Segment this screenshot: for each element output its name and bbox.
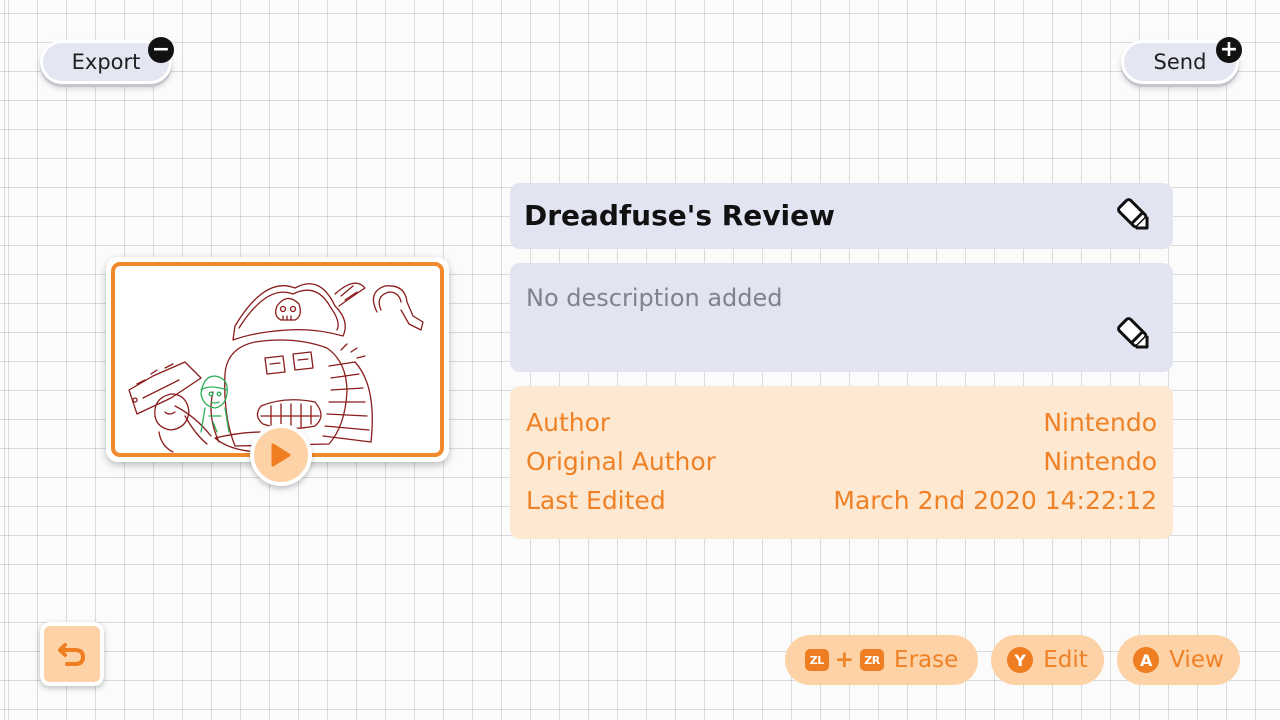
zr-button-icon: ZR	[860, 649, 885, 671]
meta-label: Original Author	[526, 446, 716, 476]
view-button[interactable]: A View	[1117, 635, 1240, 685]
meta-row-last-edited: Last Edited March 2nd 2020 14:22:12	[526, 482, 1157, 518]
back-arrow-icon	[58, 643, 86, 666]
meta-row-author: Author Nintendo	[526, 404, 1157, 440]
edit-button[interactable]: Y Edit	[991, 635, 1104, 685]
edit-description-pencil-icon[interactable]	[1114, 314, 1156, 356]
meta-value: March 2nd 2020 14:22:12	[833, 485, 1157, 515]
plus-icon: +	[1216, 37, 1242, 63]
y-button-icon: Y	[1007, 647, 1034, 673]
a-button-icon: A	[1133, 647, 1160, 673]
edit-title-pencil-icon[interactable]	[1114, 195, 1156, 237]
title-panel[interactable]: Dreadfuse's Review	[510, 183, 1173, 249]
edit-label: Edit	[1043, 647, 1088, 673]
send-label: Send	[1153, 50, 1207, 74]
erase-label: Erase	[894, 647, 959, 673]
meta-value: Nintendo	[1043, 407, 1157, 437]
plus-separator: +	[834, 647, 855, 673]
metadata-panel: Author Nintendo Original Author Nintendo…	[510, 386, 1173, 539]
view-label: View	[1169, 647, 1224, 673]
play-button[interactable]	[250, 424, 312, 486]
zl-button-icon: ZL	[804, 649, 829, 671]
minus-icon: −	[148, 37, 174, 63]
meta-row-original-author: Original Author Nintendo	[526, 443, 1157, 479]
play-icon	[271, 443, 291, 467]
meta-label: Author	[526, 407, 611, 437]
export-label: Export	[71, 50, 141, 74]
back-button[interactable]	[40, 622, 104, 686]
erase-button[interactable]: ZL + ZR Erase	[785, 635, 978, 685]
description-panel[interactable]: No description added	[510, 263, 1173, 372]
flipnote-description: No description added	[526, 284, 783, 312]
meta-label: Last Edited	[526, 485, 666, 515]
meta-value: Nintendo	[1043, 446, 1157, 476]
flipnote-title: Dreadfuse's Review	[524, 199, 835, 232]
